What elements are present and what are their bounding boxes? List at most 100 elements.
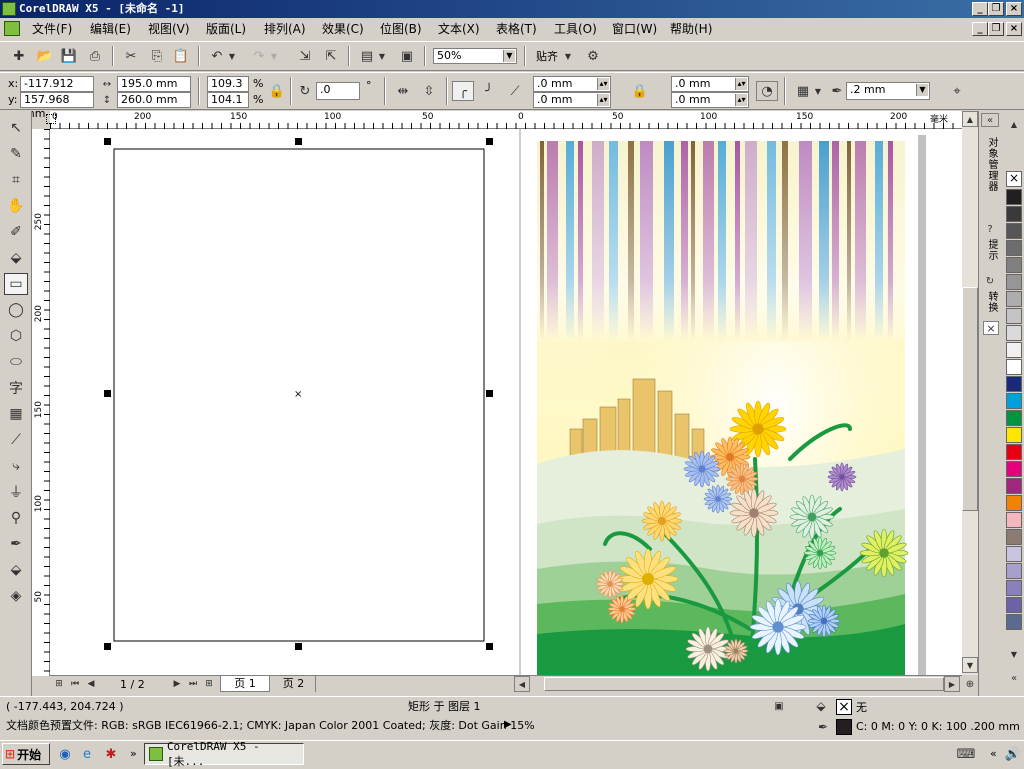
no-fill-icon[interactable]: × [836, 699, 852, 715]
color-swatch[interactable] [1006, 597, 1022, 613]
horizontal-scrollbar[interactable]: ◀ ▶ [514, 675, 962, 693]
object-height-field[interactable]: 260.0 mm [117, 92, 191, 108]
color-swatch[interactable] [1006, 308, 1022, 324]
color-swatch[interactable] [1006, 359, 1022, 375]
last-page-icon[interactable]: ⏭ [186, 676, 200, 692]
maximize-button[interactable]: ❐ [988, 2, 1004, 16]
menu-layout[interactable]: 版面(L) [206, 21, 246, 37]
print-icon[interactable]: ⎙ [84, 46, 106, 66]
scroll-right-icon[interactable]: ▶ [944, 676, 960, 692]
x-position-field[interactable]: -117.912 mm [20, 76, 94, 104]
add-page-after-icon[interactable]: ⊞ [202, 676, 216, 692]
tab-page-2[interactable]: 页 2 [272, 676, 316, 692]
color-swatch[interactable] [1006, 427, 1022, 443]
browser-icon[interactable]: ◉ [56, 745, 74, 763]
horizontal-scroll-thumb[interactable] [544, 677, 944, 691]
object-width-field[interactable]: 195.0 mm [117, 76, 191, 92]
redo-dropdown-icon[interactable]: ▼ [268, 46, 280, 66]
taskbar-app-button[interactable]: CorelDRAW X5 - [未... [144, 740, 304, 768]
application-launcher-icon[interactable]: ▤ [356, 46, 378, 66]
docker-tab-object-manager[interactable]: 对象管理器 [984, 137, 999, 192]
quicklaunch-app-icon[interactable]: ✱ [102, 745, 120, 763]
chamfered-corner-icon[interactable]: ⟋ [504, 81, 526, 101]
ellipse-tool-icon[interactable]: ◯ [4, 299, 28, 321]
minimize-button[interactable]: _ [972, 2, 988, 16]
shape-tool-icon[interactable]: ✎ [4, 143, 28, 165]
first-page-icon[interactable]: ⏮ [68, 676, 82, 692]
scroll-down-icon[interactable]: ▼ [962, 657, 978, 673]
menu-tools[interactable]: 工具(O) [554, 21, 597, 37]
undo-dropdown-icon[interactable]: ▼ [226, 46, 238, 66]
scale-x-field[interactable]: 109.3 [207, 76, 249, 92]
doc-close-button[interactable]: × [1006, 22, 1022, 36]
rotation-angle-field[interactable]: .0 [316, 82, 360, 100]
connector-tool-icon[interactable]: ⤷ [4, 455, 28, 477]
freehand-tool-icon[interactable]: ✐ [4, 221, 28, 243]
vertical-scrollbar[interactable]: ▲ ▼ [962, 111, 978, 675]
palette-scroll-down-icon[interactable]: ▼ [1006, 647, 1022, 661]
tray-expand-icon[interactable]: « [990, 747, 997, 761]
menu-edit[interactable]: 编辑(E) [90, 21, 131, 37]
launcher-dropdown-icon[interactable]: ▼ [376, 46, 388, 66]
polygon-tool-icon[interactable]: ⬡ [4, 325, 28, 347]
outline-tool-icon[interactable]: ✒ [4, 533, 28, 555]
corner-radius-top-left[interactable]: .0 mm ▴▾ [533, 76, 611, 92]
menu-view[interactable]: 视图(V) [148, 21, 190, 37]
save-icon[interactable]: 💾 [58, 46, 80, 66]
relative-corner-scale-icon[interactable]: ◔ [756, 81, 778, 101]
scroll-left-icon[interactable]: ◀ [514, 676, 530, 692]
menu-bitmaps[interactable]: 位图(B) [380, 21, 422, 37]
doc-restore-button[interactable]: ❐ [988, 22, 1004, 36]
document-icon[interactable] [4, 21, 20, 36]
wrap-text-icon[interactable]: ▦ [792, 81, 814, 101]
no-color-swatch-icon[interactable]: × [1006, 171, 1022, 187]
smart-fill-tool-icon[interactable]: ⬙ [4, 247, 28, 269]
color-swatch[interactable] [1006, 444, 1022, 460]
color-swatch[interactable] [1006, 495, 1022, 511]
scroll-up-icon[interactable]: ▲ [962, 111, 978, 127]
text-tool-icon[interactable]: 字 [4, 377, 28, 399]
horizontal-ruler[interactable]: 0 200 150 100 50 0 50 100 150 200 毫米 [46, 111, 962, 129]
scale-y-field[interactable]: 104.1 [207, 92, 249, 108]
convert-to-curves-icon[interactable]: ⌖ [946, 81, 968, 101]
eyedropper-tool-icon[interactable]: ⚲ [4, 507, 28, 529]
color-swatch[interactable] [1006, 223, 1022, 239]
color-swatch[interactable] [1006, 461, 1022, 477]
next-page-icon[interactable]: ▶ [170, 676, 184, 692]
color-swatch[interactable] [1006, 274, 1022, 290]
table-tool-icon[interactable]: ▦ [4, 403, 28, 425]
color-swatch[interactable] [1006, 325, 1022, 341]
lock-ratio-icon[interactable]: 🔒 [268, 81, 286, 101]
blend-tool-icon[interactable]: ⏚ [4, 481, 28, 503]
color-swatch[interactable] [1006, 512, 1022, 528]
snap-dropdown-icon[interactable]: ▼ [562, 46, 574, 66]
basic-shapes-tool-icon[interactable]: ⬭ [4, 351, 28, 373]
interactive-fill-tool-icon[interactable]: ◈ [4, 585, 28, 607]
corner-radius-bottom-left[interactable]: .0 mm ▴▾ [533, 92, 611, 108]
menu-window[interactable]: 窗口(W) [612, 21, 657, 37]
color-swatch[interactable] [1006, 376, 1022, 392]
keyboard-tray-icon[interactable]: ⌨ [956, 745, 976, 763]
add-page-before-icon[interactable]: ⊞ [52, 676, 66, 692]
color-swatch[interactable] [1006, 580, 1022, 596]
color-swatch[interactable] [1006, 529, 1022, 545]
doc-minimize-button[interactable]: _ [972, 22, 988, 36]
open-icon[interactable]: 📂 [34, 46, 56, 66]
transform-icon[interactable]: ↻ [981, 273, 999, 289]
menu-help[interactable]: 帮助(H) [670, 21, 712, 37]
round-corner-icon[interactable]: ╭ [452, 81, 474, 101]
close-button[interactable]: × [1006, 2, 1022, 16]
lock-corners-icon[interactable]: 🔒 [630, 81, 650, 101]
zoom-level-select[interactable]: 50% ▼ [433, 48, 517, 64]
snap-to-button[interactable]: 贴齐 [536, 50, 558, 64]
undo-icon[interactable]: ↶ [206, 46, 228, 66]
vertical-scroll-thumb[interactable] [962, 287, 978, 511]
color-swatch[interactable] [1006, 393, 1022, 409]
options-icon[interactable]: ⚙ [582, 46, 604, 66]
artwork[interactable] [537, 141, 909, 675]
volume-tray-icon[interactable]: 🔊 [1004, 745, 1022, 763]
outline-color-swatch[interactable] [836, 719, 852, 735]
drawing-canvas[interactable]: × [50, 129, 962, 675]
menu-table[interactable]: 表格(T) [496, 21, 537, 37]
y-position-field[interactable]: 157.968 mm [20, 92, 94, 120]
